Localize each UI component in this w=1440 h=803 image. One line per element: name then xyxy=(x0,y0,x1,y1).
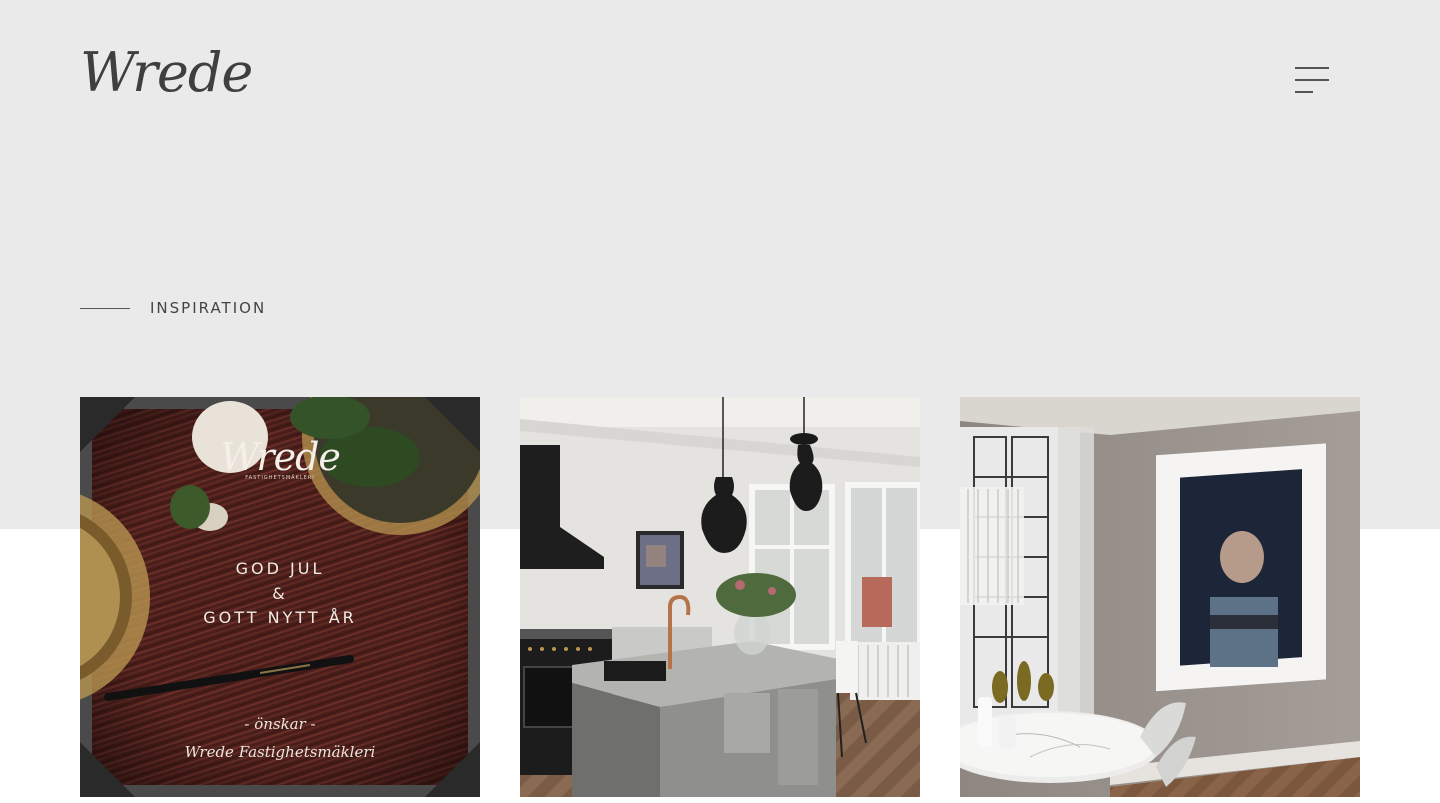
greeting-line-2: & xyxy=(272,584,288,603)
hamburger-line-3 xyxy=(1295,91,1313,93)
inspiration-card-kitchen[interactable] xyxy=(520,397,920,797)
inspiration-card-holiday[interactable]: Wrede FASTIGHETSMÄKLERI GOD JUL & GOTT N… xyxy=(80,397,480,797)
site-logo[interactable]: Wrede xyxy=(80,46,253,100)
section-title: INSPIRATION xyxy=(150,299,267,317)
section-header: INSPIRATION xyxy=(80,296,266,320)
card-logo-subtitle: FASTIGHETSMÄKLERI xyxy=(245,475,315,481)
section-divider-line xyxy=(80,307,130,309)
menu-button[interactable] xyxy=(1290,62,1334,98)
inspiration-card-dining[interactable] xyxy=(960,397,1360,797)
kitchen-photo xyxy=(520,397,920,797)
greeting-line-1: GOD JUL xyxy=(235,559,325,578)
hamburger-menu-icon xyxy=(1295,67,1329,69)
hamburger-line-2 xyxy=(1295,79,1329,81)
greeting-line-3: GOTT NYTT ÅR xyxy=(203,608,357,627)
signature-line-2: Wrede Fastighetsmäkleri xyxy=(184,743,376,761)
signature-line-1: - önskar - xyxy=(244,715,316,733)
card-logo: Wrede xyxy=(220,435,341,479)
dining-room-photo xyxy=(960,397,1360,797)
